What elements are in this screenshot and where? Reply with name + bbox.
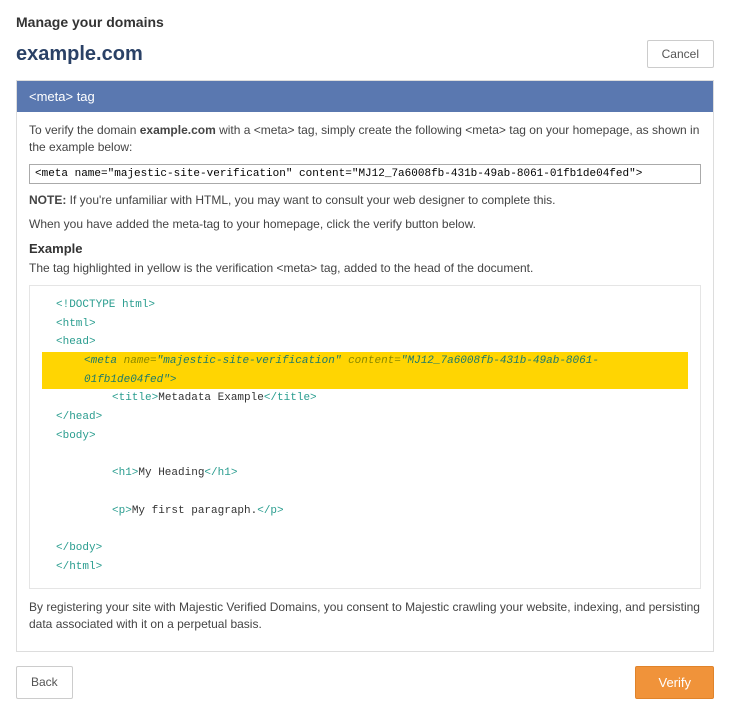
verify-button[interactable]: Verify (635, 666, 714, 699)
page-title: Manage your domains (16, 14, 714, 30)
cancel-button[interactable]: Cancel (647, 40, 714, 68)
example-heading: Example (29, 241, 701, 256)
code-example: <!DOCTYPE html> <html> <head> <meta name… (29, 285, 701, 589)
consent-text: By registering your site with Majestic V… (29, 599, 701, 633)
note-text: NOTE: If you're unfamiliar with HTML, yo… (29, 192, 701, 209)
meta-tag-panel: <meta> tag To verify the domain example.… (16, 80, 714, 652)
back-button[interactable]: Back (16, 666, 73, 699)
instruction-text: When you have added the meta-tag to your… (29, 216, 701, 233)
highlighted-meta-line: <meta name="majestic-site-verification" … (42, 352, 688, 389)
meta-tag-input[interactable] (29, 164, 701, 184)
panel-title: <meta> tag (17, 81, 713, 112)
domain-name: example.com (16, 43, 143, 66)
example-description: The tag highlighted in yellow is the ver… (29, 260, 701, 277)
intro-text: To verify the domain example.com with a … (29, 122, 701, 156)
